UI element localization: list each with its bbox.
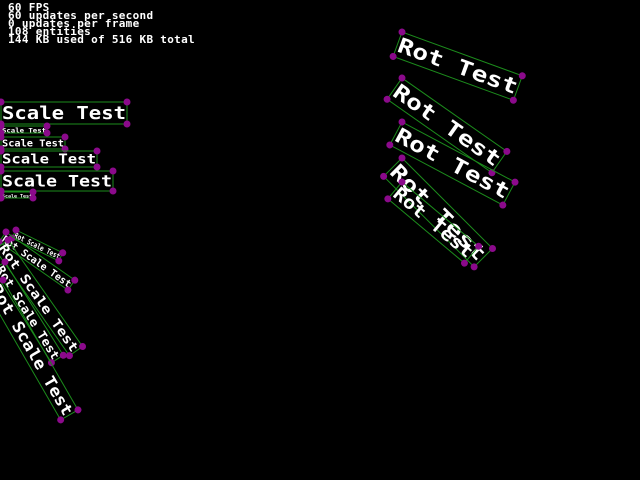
- game-canvas: Scale Test Scale Test Scale Test Scale Test…: [0, 0, 640, 480]
- corner-marker: [43, 129, 51, 137]
- corner-marker: [29, 188, 37, 196]
- corner-marker: [109, 167, 117, 175]
- corner-marker: [123, 98, 131, 106]
- corner-marker: [123, 120, 131, 128]
- sprite-label: Scale Test: [2, 172, 112, 191]
- corner-marker: [93, 163, 101, 171]
- sprite-label: Scale Test: [2, 153, 96, 168]
- corner-marker: [109, 187, 117, 195]
- corner-marker: [43, 122, 51, 130]
- sprite-label: Scale Test: [2, 127, 46, 135]
- memory-readout: 144 KB used of 516 KB total: [8, 33, 195, 46]
- corner-marker: [93, 147, 101, 155]
- sprite-label: Scale Test: [2, 139, 64, 150]
- scale-sprite: Scale Test: [0, 147, 101, 171]
- scale-sprite: Scale Test: [0, 98, 131, 128]
- debug-overlay: 60 FPS 60 updates per second 0 updates p…: [8, 2, 195, 46]
- sprite-label: Scale Test: [2, 194, 32, 200]
- corner-marker: [29, 194, 37, 202]
- scale-sprite: Scale Test: [0, 167, 117, 195]
- sprite-label: Scale Test: [2, 103, 126, 124]
- corner-marker: [61, 133, 69, 141]
